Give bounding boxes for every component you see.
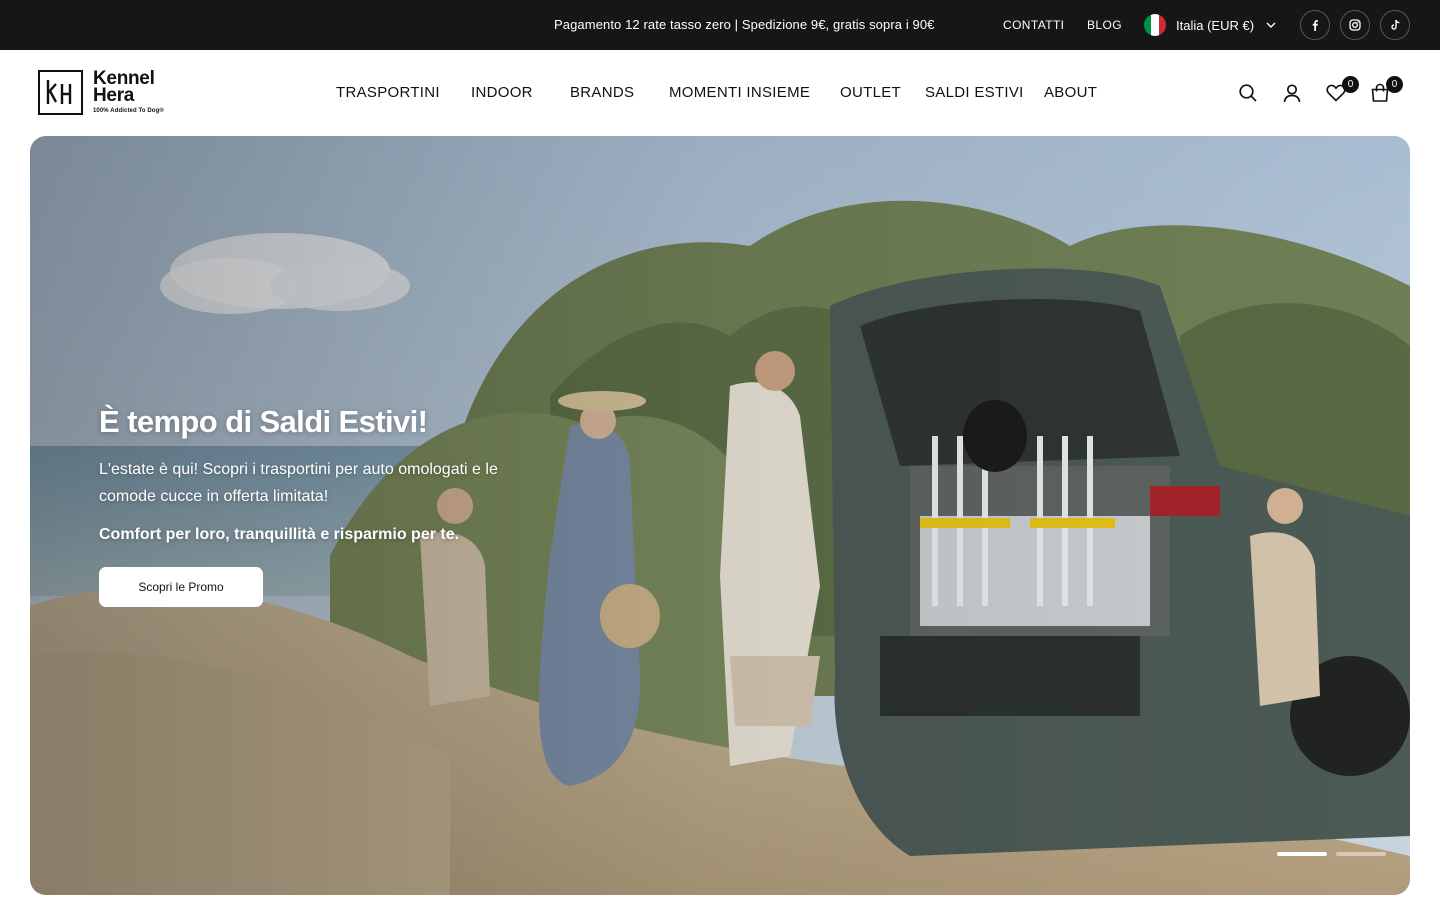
wishlist-button[interactable]: 0	[1325, 76, 1359, 104]
announcement-text: Pagamento 12 rate tasso zero | Spedizion…	[554, 17, 935, 32]
country-selector[interactable]: Italia (EUR €)	[1144, 13, 1276, 37]
hero-title: È tempo di Saldi Estivi!	[99, 404, 428, 439]
hero-banner[interactable]: È tempo di Saldi Estivi! L'estate è qui!…	[30, 136, 1410, 895]
nav-about[interactable]: ABOUT	[1044, 50, 1097, 136]
tiktok-icon[interactable]	[1380, 10, 1410, 40]
facebook-icon[interactable]	[1300, 10, 1330, 40]
country-label: Italia (EUR €)	[1176, 17, 1255, 33]
nav-trasportini[interactable]: TRASPORTINI	[336, 50, 440, 136]
wishlist-count-badge: 0	[1342, 76, 1359, 93]
logo-tagline: 100% Addicted To Dog®	[93, 108, 164, 114]
logo-mark-icon	[38, 70, 83, 115]
kennel-hera-logo[interactable]: Kennel Hera 100% Addicted To Dog®	[38, 69, 168, 116]
slide-dot-active[interactable]	[1277, 852, 1327, 856]
italy-flag-icon	[1144, 14, 1166, 36]
announcement-bar: Pagamento 12 rate tasso zero | Spedizion…	[0, 0, 1440, 50]
link-blog[interactable]: BLOG	[1087, 0, 1122, 50]
cart-count-badge: 0	[1386, 76, 1403, 93]
nav-momenti-insieme[interactable]: MOMENTI INSIEME	[669, 50, 810, 136]
link-contatti[interactable]: CONTATTI	[1003, 0, 1064, 50]
cart-button[interactable]: 0	[1369, 76, 1403, 104]
hero-tagline: Comfort per loro, tranquillità e risparm…	[99, 526, 460, 543]
nav-outlet[interactable]: OUTLET	[840, 50, 901, 136]
hero-description: L'estate è qui! Scopri i trasportini per…	[99, 461, 498, 505]
account-icon[interactable]	[1281, 82, 1303, 104]
search-icon[interactable]	[1237, 82, 1259, 104]
hero-content: È tempo di Saldi Estivi! L'estate è qui!…	[99, 404, 539, 607]
logo-line-2: Hera	[93, 85, 135, 106]
site-header: Kennel Hera 100% Addicted To Dog® TRASPO…	[0, 50, 1440, 136]
slide-dot[interactable]	[1336, 852, 1386, 856]
nav-brands[interactable]: BRANDS	[570, 50, 634, 136]
scopri-le-promo-button[interactable]: Scopri le Promo	[99, 567, 263, 607]
nav-indoor[interactable]: INDOOR	[471, 50, 533, 136]
slider-pagination	[1277, 852, 1395, 856]
nav-saldi-estivi[interactable]: SALDI ESTIVI	[925, 50, 1024, 136]
instagram-icon[interactable]	[1340, 10, 1370, 40]
chevron-down-icon	[1266, 22, 1276, 28]
